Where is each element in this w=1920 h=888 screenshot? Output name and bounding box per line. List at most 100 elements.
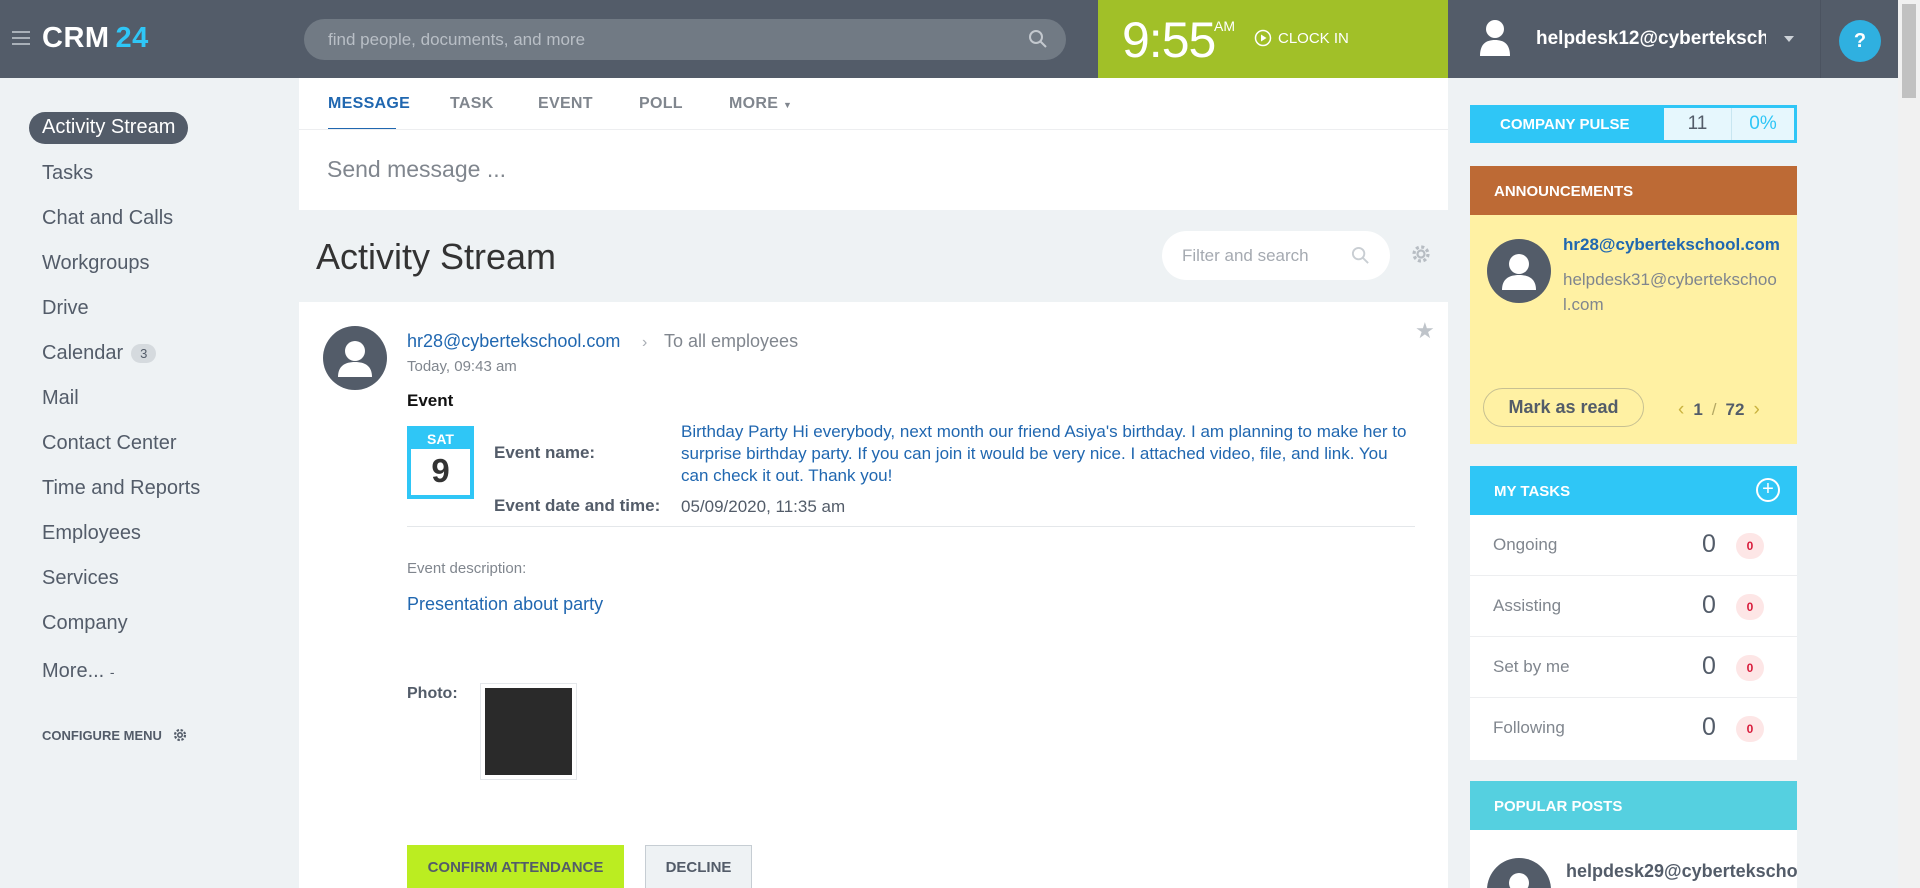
page-title: Activity Stream [316, 236, 557, 277]
sidebar-item-mail[interactable]: Mail [42, 387, 79, 410]
clock-ampm: AM [1214, 18, 1235, 34]
task-row-assisting[interactable]: Assisting 0 0 [1470, 576, 1797, 637]
app-logo[interactable]: CRM 24 [42, 22, 149, 55]
confirm-attendance-button[interactable]: CONFIRM ATTENDANCE [407, 845, 624, 888]
global-search-input[interactable] [304, 19, 1066, 60]
task-row-badge: 0 [1736, 655, 1764, 681]
event-date-value: 05/09/2020, 11:35 am [681, 497, 846, 516]
calendar-weekday: SAT [411, 430, 470, 449]
task-row-label: Assisting [1493, 596, 1562, 615]
task-row-label: Ongoing [1493, 535, 1558, 554]
sidebar-item-label: Workgroups [42, 252, 150, 274]
pager-current: 1 [1693, 400, 1703, 419]
search-icon[interactable] [1351, 246, 1370, 270]
announcement-author-avatar[interactable] [1487, 239, 1551, 308]
configure-menu-label: CONFIGURE MENU [42, 727, 162, 743]
calendar-count-badge: 3 [131, 344, 157, 364]
event-description-label: Event description: [407, 560, 527, 577]
logo-text: CRM [42, 22, 110, 54]
task-row-count: 0 [1702, 530, 1716, 558]
sidebar-item-tasks[interactable]: Tasks [42, 162, 93, 185]
task-row-ongoing[interactable]: Ongoing 0 0 [1470, 515, 1797, 576]
sidebar-item-drive[interactable]: Drive [42, 297, 89, 320]
popular-posts-title: POPULAR POSTS [1470, 781, 1797, 830]
user-name: helpdesk12@cyberteksch... [1536, 28, 1766, 49]
sidebar-item-services[interactable]: Services [42, 567, 119, 590]
user-menu[interactable]: helpdesk12@cyberteksch... [1448, 0, 1820, 78]
sidebar-item-company[interactable]: Company [42, 612, 128, 635]
add-task-plus-icon[interactable]: + [1756, 478, 1780, 502]
chevron-right-icon[interactable]: › [1753, 399, 1759, 421]
announcement-pager: ‹ 1 / 72 › [1678, 399, 1760, 421]
chevron-left-icon[interactable]: ‹ [1678, 399, 1684, 421]
task-row-count: 0 [1702, 591, 1716, 619]
popular-post-avatar[interactable] [1487, 858, 1551, 888]
company-pulse-widget[interactable]: COMPANY PULSE 11 0% [1470, 105, 1797, 143]
calendar-date-icon: SAT 9 [407, 426, 474, 499]
popular-post-author[interactable]: helpdesk29@cybertekschool.com [1566, 861, 1797, 882]
sidebar-item-employees[interactable]: Employees [42, 522, 141, 545]
sidebar-item-label: Calendar [42, 342, 124, 364]
tab-event[interactable]: EVENT [538, 95, 593, 113]
my-tasks-title[interactable]: MY TASKS [1494, 483, 1570, 500]
task-row-badge: 0 [1736, 716, 1764, 742]
tab-message[interactable]: MESSAGE [328, 95, 410, 113]
menu-hamburger-icon[interactable] [12, 31, 30, 49]
sidebar-item-label: More... [42, 660, 105, 682]
sidebar-item-more[interactable]: More... - [42, 660, 114, 683]
mark-as-read-button[interactable]: Mark as read [1483, 388, 1644, 427]
global-search [304, 19, 1066, 60]
gear-icon [173, 728, 186, 742]
play-circle-icon [1254, 29, 1272, 47]
scrollbar-thumb[interactable] [1902, 4, 1916, 98]
configure-menu-button[interactable]: CONFIGURE MENU [42, 727, 188, 743]
help-button[interactable]: ? [1839, 20, 1881, 62]
post-composer: MESSAGE TASK EVENT POLL MORE ▼ Send mess… [299, 78, 1448, 210]
more-caret-icon: - [109, 664, 115, 680]
stream-settings-gear-icon[interactable] [1410, 243, 1432, 270]
tab-poll[interactable]: POLL [639, 95, 683, 113]
sidebar-item-contact-center[interactable]: Contact Center [42, 432, 177, 455]
photo-image [485, 688, 572, 775]
pager-total: 72 [1725, 400, 1745, 419]
tab-more[interactable]: MORE ▼ [729, 95, 792, 113]
send-message-input[interactable]: Send message ... [327, 156, 506, 183]
sidebar-item-calendar[interactable]: Calendar 3 [42, 342, 157, 365]
sidebar-item-workgroups[interactable]: Workgroups [42, 252, 149, 275]
clock-in-label: CLOCK IN [1278, 29, 1349, 47]
chevron-down-icon [1784, 36, 1794, 42]
sidebar-item-label: Time and Reports [42, 477, 201, 499]
post-author-link[interactable]: hr28@cybertekschool.com [407, 331, 620, 352]
event-description-link[interactable]: Presentation about party [407, 594, 603, 615]
post-time[interactable]: Today, 09:43 am [407, 358, 517, 375]
sidebar-item-label: Contact Center [42, 432, 177, 454]
task-row-set-by-me[interactable]: Set by me 0 0 [1470, 637, 1797, 698]
task-row-label: Following [1493, 718, 1565, 737]
tab-more-label: MORE [729, 95, 779, 112]
tab-task[interactable]: TASK [450, 95, 494, 113]
company-pulse-percent: 0% [1749, 113, 1777, 134]
caret-down-icon: ▼ [782, 100, 793, 110]
author-avatar[interactable] [323, 326, 387, 395]
star-icon[interactable]: ★ [1415, 318, 1435, 344]
search-icon[interactable] [1028, 29, 1048, 54]
announcements-widget: ANNOUNCEMENTS hr28@cybertekschool.com he… [1470, 166, 1797, 444]
photo-label: Photo: [407, 685, 458, 702]
task-row-badge: 0 [1736, 594, 1764, 620]
activity-post: hr28@cybertekschool.com › To all employe… [299, 302, 1448, 888]
sidebar-item-chat-and-calls[interactable]: Chat and Calls [42, 207, 173, 230]
announcement-text[interactable]: helpdesk31@cybertekschool.com [1563, 267, 1783, 317]
page-scrollbar[interactable] [1898, 0, 1920, 888]
post-recipient[interactable]: To all employees [664, 331, 798, 352]
clock-panel: 9:55 AM CLOCK IN [1098, 0, 1448, 78]
sidebar-item-time-and-reports[interactable]: Time and Reports [42, 477, 200, 500]
my-tasks-widget: MY TASKS + Ongoing 0 0 Assisting 0 0 Set… [1470, 466, 1797, 760]
chevron-right-icon: › [642, 334, 648, 351]
clock-in-button[interactable]: CLOCK IN [1254, 29, 1349, 47]
photo-thumbnail[interactable] [480, 683, 577, 780]
announcement-author-link[interactable]: hr28@cybertekschool.com [1563, 235, 1780, 255]
task-row-following[interactable]: Following 0 0 [1470, 698, 1797, 759]
decline-button[interactable]: DECLINE [645, 845, 752, 888]
sidebar-item-activity-stream[interactable]: Activity Stream [29, 112, 189, 144]
event-date-label: Event date and time: [494, 496, 661, 515]
